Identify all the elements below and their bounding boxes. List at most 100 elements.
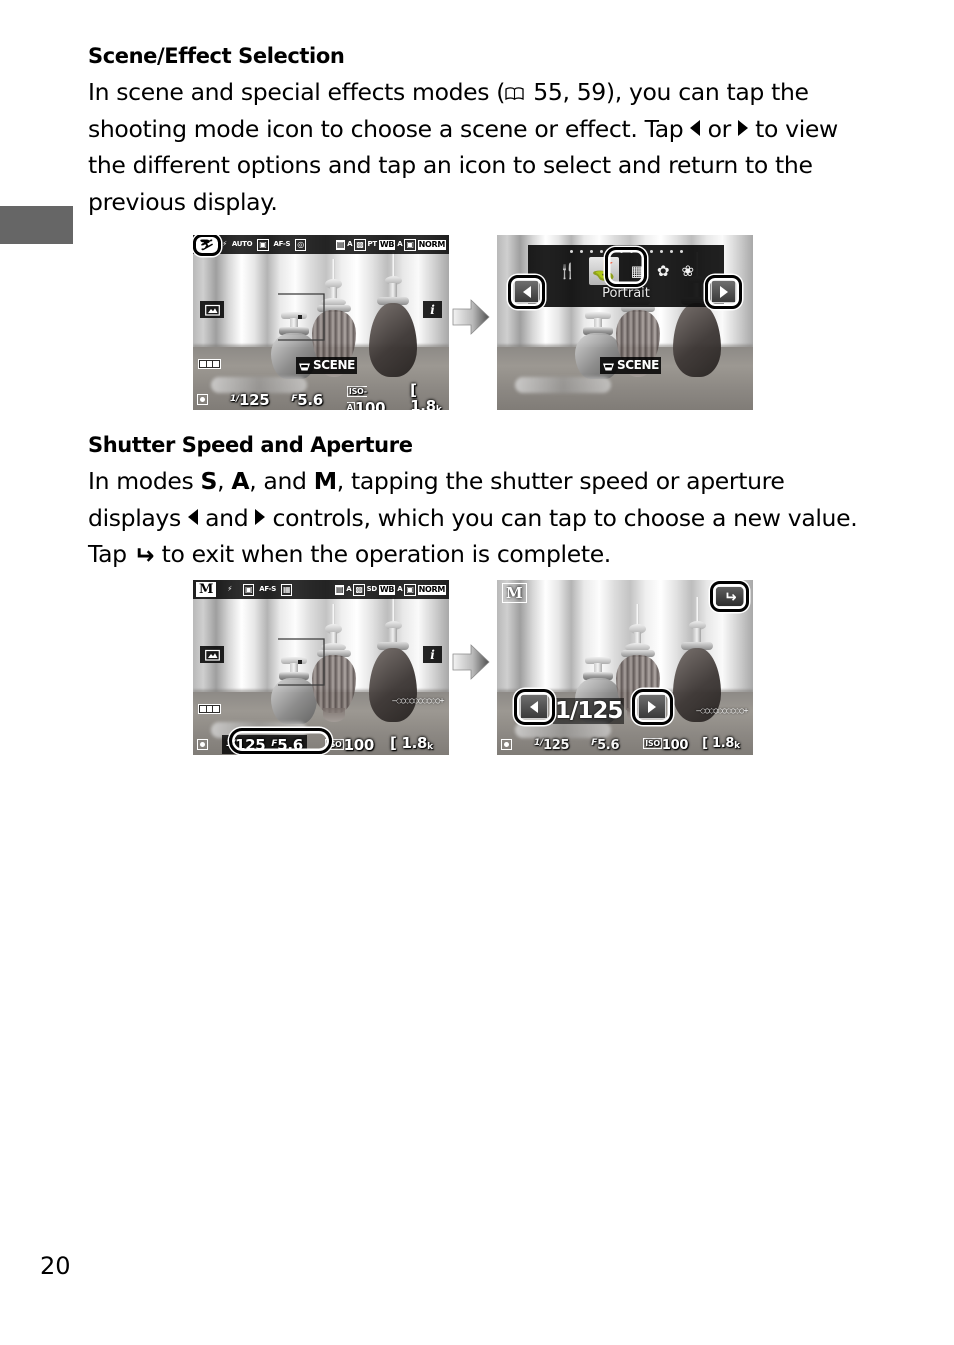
flow-arrow <box>449 580 497 755</box>
osd-left-group: ⛷ ⚡ AUTO ▣ AF-S ◎ <box>196 237 306 252</box>
flash-auto-label: AUTO <box>231 240 253 248</box>
back-button[interactable]: ↵ <box>715 586 745 607</box>
scene-icon-landscape[interactable]: ▦ <box>631 258 645 284</box>
release-mode-icon: ▤ <box>335 239 346 250</box>
scene-position-dots <box>528 250 724 253</box>
scene-icon-child[interactable]: ✿ <box>657 258 670 284</box>
white-balance-label: WB <box>378 239 396 250</box>
white-balance-label: WB <box>378 584 396 595</box>
mode-letter-a: A <box>231 467 250 496</box>
flow-arrow <box>449 235 497 410</box>
image-quality-value: NORM <box>417 584 446 595</box>
arrow-right-icon <box>738 119 749 136</box>
chapter-tab-marker <box>0 206 73 244</box>
mode-letter-s: S <box>200 467 218 496</box>
picture-control-icon: ▩ <box>353 583 365 596</box>
undo-arrow-icon: ↵ <box>723 587 737 606</box>
text-fragment: , and <box>249 467 314 496</box>
scene-next-button[interactable] <box>711 280 736 303</box>
osd-right-group: ▤ A ▩ PT WB A ▣ NORM <box>335 238 446 251</box>
af-area-mode-icon: ◎ <box>295 238 306 251</box>
arrow-right-icon <box>648 700 656 713</box>
shooting-mode-icon[interactable]: M <box>196 582 217 597</box>
shutter-speed-readout[interactable]: 1/125 <box>534 735 570 754</box>
osd-top-bar: ⛷ ⚡ AUTO ▣ AF-S ◎ ▤ A ▩ PT WB A ▣ NORM <box>193 235 449 254</box>
scene-mode-badge: SCENE <box>296 357 357 374</box>
shutter-prev-button[interactable] <box>520 694 548 719</box>
scene-prev-button[interactable] <box>514 280 539 303</box>
scene-selected-label: Portrait <box>602 286 650 301</box>
osd-bottom-bar: 1/125 F5.6 ISO 100 [ 1.8k <box>497 734 753 755</box>
shutter-speed-readout[interactable]: 1/125 <box>230 391 270 408</box>
iso-readout: ISO 100 <box>324 735 374 754</box>
scene-badge-icon <box>298 361 311 371</box>
aperture-readout[interactable]: F5.6 <box>291 391 323 408</box>
aperture-readout[interactable]: F5.6 <box>271 736 303 753</box>
undo-arrow-icon: ↵ <box>133 541 155 571</box>
frames-remaining-readout: [ 1.8k <box>702 735 740 751</box>
osd-left-group: M ⚡ ▣ AF-S ▦ <box>196 582 293 597</box>
battery-indicator-icon <box>198 359 221 369</box>
camera-shutter-speed-adjust: M ↵ 1/125 —◌○◌○◌○◌○◌○+ 1/125 F5.6 ISO 100… <box>497 580 753 755</box>
page-number: 20 <box>40 1252 71 1280</box>
mode-letter-m: M <box>313 467 337 496</box>
figure-shutter-aperture: M ⚡ ▣ AF-S ▦ ▤ A ▩ SD WB A ▣ NORM i —◌○◌… <box>193 580 753 755</box>
i-button-icon[interactable]: i <box>423 301 442 318</box>
aperture-readout[interactable]: F5.6 <box>591 735 619 754</box>
section-heading-shutter-aperture: Shutter Speed and Aperture <box>88 433 413 458</box>
bottle-3-body <box>369 303 417 377</box>
image-size-icon: ▣ <box>404 583 416 596</box>
exposure-scale: —◌○◌○◌○◌○◌○+ <box>696 706 748 715</box>
text-fragment: to exit when the operation is complete. <box>154 540 612 569</box>
release-mode-value: A <box>346 585 352 593</box>
osd-bottom-bar: 1/125 F5.6 ISO-A 100 [ 1.8k <box>193 382 449 410</box>
scene-icon-food[interactable]: 🍴 <box>558 258 577 284</box>
arrow-right-icon <box>719 285 728 298</box>
bottle-3-spire <box>392 597 395 623</box>
shutter-speed-readout[interactable]: 1/125 <box>226 736 266 753</box>
touch-shutter-icon[interactable] <box>200 646 224 663</box>
shooting-mode-label-wrap: M <box>502 583 527 603</box>
bottle-3-body <box>369 648 417 722</box>
shutter-next-button[interactable] <box>638 694 666 719</box>
right-arrow-icon <box>452 299 490 335</box>
focus-frame-icon <box>278 638 325 686</box>
image-size-icon: ▣ <box>404 238 416 251</box>
shooting-mode-label: M <box>502 583 527 603</box>
scene-badge-icon <box>602 361 615 371</box>
foreground-utensil <box>515 377 611 393</box>
text-fragment: In modes <box>88 467 201 496</box>
book-icon <box>505 87 524 101</box>
frames-remaining-readout: [ 1.8k <box>410 380 442 411</box>
af-mode-label: AF-S <box>273 240 291 248</box>
arrow-right-icon <box>255 508 266 525</box>
bottle-3-spire <box>392 252 395 278</box>
af-area-mode-icon: ▦ <box>281 583 293 596</box>
iso-readout: ISO-A 100 <box>346 384 394 410</box>
camera-live-view-scene-mode: ⛷ ⚡ AUTO ▣ AF-S ◎ ▤ A ▩ PT WB A ▣ NORM i… <box>193 235 449 410</box>
bottle-2-spire <box>332 604 335 626</box>
shutter-aperture-group[interactable]: 1/125 F5.6 <box>222 735 307 754</box>
touch-shutter-icon[interactable] <box>200 301 224 318</box>
picture-control-value: SD <box>366 585 378 593</box>
image-quality-value: NORM <box>417 239 446 250</box>
arrow-left-icon <box>530 700 538 713</box>
shooting-mode-icon[interactable]: ⛷ <box>196 237 218 252</box>
scene-icon-portrait-selected[interactable]: ⛳ <box>588 257 619 285</box>
exposure-indicator-icon <box>197 739 208 750</box>
i-button-icon[interactable]: i <box>423 646 442 663</box>
picture-control-icon: ▩ <box>354 238 366 251</box>
metering-mode-icon: ▣ <box>257 238 269 251</box>
battery-indicator-icon <box>198 704 221 714</box>
scene-selection-strip: 🍴 ⛳ ▦ ✿ ❀ Portrait <box>528 245 724 307</box>
right-arrow-icon <box>452 644 490 680</box>
figure-scene-selection: ⛷ ⚡ AUTO ▣ AF-S ◎ ▤ A ▩ PT WB A ▣ NORM i… <box>193 235 753 410</box>
bottle-3-spire <box>696 597 699 623</box>
osd-top-bar: M ⚡ ▣ AF-S ▦ ▤ A ▩ SD WB A ▣ NORM <box>193 580 449 599</box>
release-mode-icon: ▤ <box>334 584 345 595</box>
frames-remaining-readout: [ 1.8k <box>389 733 433 752</box>
scene-icon-closeup[interactable]: ❀ <box>681 258 694 284</box>
bottle-2-foot <box>323 708 345 722</box>
section-heading-scene-effect: Scene/Effect Selection <box>88 44 345 68</box>
bottle-2-spire <box>636 604 639 626</box>
